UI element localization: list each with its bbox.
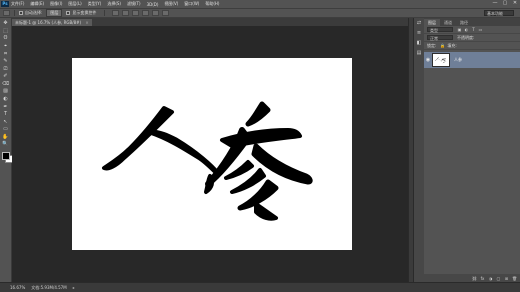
menu-edit[interactable]: 编辑(E) <box>30 1 44 7</box>
filter-type-icon[interactable]: T <box>471 27 476 32</box>
menu-image[interactable]: 图像(I) <box>50 1 62 7</box>
move-tool-icon[interactable] <box>3 10 10 16</box>
marquee-tool-icon[interactable]: ⬚ <box>2 28 10 34</box>
adjustment-layer-icon[interactable]: ◑ <box>488 276 493 281</box>
eyedropper-tool-icon[interactable]: ✎ <box>2 58 10 64</box>
divider <box>104 10 106 16</box>
layers-panel-tabs: 图层 通道 路径 <box>424 18 520 26</box>
align-top-icon[interactable] <box>112 10 120 16</box>
color-swatches <box>1 151 13 163</box>
document-tabs: 未标题-1 @ 16.7% (人参, RGB/8#) × <box>12 18 408 26</box>
brush-tool-icon[interactable]: ✐ <box>2 73 10 79</box>
eraser-tool-icon[interactable]: ⌫ <box>2 81 10 87</box>
type-tool-icon[interactable]: T <box>2 111 10 117</box>
align-center-icon[interactable] <box>152 10 160 16</box>
fill-label: 填充: <box>447 42 457 48</box>
lock-icon[interactable]: 🔒 <box>440 43 445 48</box>
delete-layer-icon[interactable]: 🗑 <box>512 276 517 281</box>
close-tab-icon[interactable]: × <box>85 20 88 25</box>
tab-channels[interactable]: 通道 <box>440 19 456 26</box>
show-transform-checkbox[interactable] <box>66 11 71 15</box>
new-layer-icon[interactable]: ⊞ <box>504 276 509 281</box>
filter-adjust-icon[interactable]: ◐ <box>464 27 469 32</box>
align-middle-icon[interactable] <box>122 10 130 16</box>
close-icon[interactable]: ✕ <box>512 1 518 6</box>
adjustments-panel-icon[interactable]: ◧ <box>416 40 423 47</box>
menu-select[interactable]: 选择(S) <box>107 1 121 7</box>
healing-brush-tool-icon[interactable]: ⎚ <box>2 65 10 72</box>
auto-select-dropdown[interactable]: 图层 <box>46 9 63 17</box>
blend-mode-select[interactable]: 正常 <box>427 35 453 41</box>
window-controls: — ▢ ✕ <box>492 1 518 6</box>
dodge-tool-icon[interactable]: ◐ <box>2 96 10 102</box>
menu-window[interactable]: 窗口(W) <box>184 1 199 7</box>
auto-select-label: 自动选择: <box>25 10 43 15</box>
quick-select-tool-icon[interactable]: ⌖ <box>2 43 10 49</box>
canvas-area[interactable] <box>12 26 408 282</box>
tab-layers[interactable]: 图层 <box>424 19 440 26</box>
gradient-tool-icon[interactable]: ▨ <box>2 88 10 94</box>
panel-icon-column: ⇄ ≡ ◧ ▤ <box>414 18 424 282</box>
menu-filter[interactable]: 滤镜(T) <box>127 1 141 7</box>
link-layers-icon[interactable]: ⛓ <box>472 276 477 281</box>
foreground-color-swatch[interactable] <box>1 151 10 160</box>
lasso-tool-icon[interactable]: ʘ <box>2 35 10 41</box>
layer-name[interactable]: 人参 <box>454 57 462 63</box>
pen-tool-icon[interactable]: ✒ <box>2 103 10 110</box>
styles-panel-icon[interactable]: ▤ <box>416 50 423 57</box>
calligraphy-artwork <box>102 101 313 221</box>
status-bar: 16.67% 文档:5.93M/4.57M ▸ <box>0 282 520 292</box>
align-left-icon[interactable] <box>142 10 150 16</box>
status-menu-arrow-icon[interactable]: ▸ <box>73 285 75 290</box>
tab-paths[interactable]: 路径 <box>456 19 472 26</box>
mask-icon[interactable]: ▢ <box>496 276 501 281</box>
menu-bar: Ps 文件(F) 编辑(E) 图像(I) 图层(L) 类型(Y) 选择(S) 滤… <box>0 0 520 8</box>
minimize-icon[interactable]: — <box>492 1 498 6</box>
opacity-label: 不透明度: <box>457 34 475 40</box>
align-bottom-icon[interactable] <box>132 10 140 16</box>
menu-help[interactable]: 帮助(H) <box>205 1 219 7</box>
menu-layer[interactable]: 图层(L) <box>68 1 81 7</box>
path-select-tool-icon[interactable]: ↖ <box>2 119 10 125</box>
menu-file[interactable]: 文件(F) <box>11 1 24 7</box>
document-tab-title: 未标题-1 @ 16.7% (人参, RGB/8#) <box>15 20 82 25</box>
zoom-level[interactable]: 16.67% <box>10 285 25 290</box>
eye-icon[interactable]: ◉ <box>424 57 432 63</box>
document-canvas[interactable] <box>72 58 352 250</box>
auto-select-checkbox[interactable] <box>19 11 23 15</box>
lock-row: 锁定: 🔒 填充: <box>424 42 520 50</box>
properties-panel-icon[interactable]: ≡ <box>416 30 423 37</box>
workspace-select[interactable]: 基本功能 <box>484 10 514 16</box>
crop-tool-icon[interactable]: ⌗ <box>2 50 10 57</box>
filter-shape-icon[interactable]: ▭ <box>478 27 483 32</box>
hand-tool-icon[interactable]: ✋ <box>2 134 10 140</box>
shape-tool-icon[interactable]: ▭ <box>2 126 10 132</box>
move-tool-icon[interactable]: ✥ <box>2 20 10 26</box>
document-size: 文档:5.93M/4.57M <box>31 284 67 290</box>
lock-label: 锁定: <box>427 42 437 48</box>
layer-row[interactable]: ◉ 人参 <box>424 52 520 68</box>
tools-panel: ✥ ⬚ ʘ ⌖ ⌗ ✎ ⎚ ✐ ⌫ ▨ ◐ ✒ T ↖ ▭ ✋ 🔍 <box>0 18 13 282</box>
menu-view[interactable]: 视图(V) <box>164 1 178 7</box>
align-right-icon[interactable] <box>162 10 170 16</box>
history-panel-icon[interactable]: ⇄ <box>416 20 423 27</box>
show-transform-label: 显示变换控件 <box>72 10 97 15</box>
layers-footer: ⛓ fx ◑ ▢ ⊞ 🗑 <box>424 274 520 282</box>
menu-3d[interactable]: 3D(D) <box>147 2 159 7</box>
divider <box>14 10 15 16</box>
maximize-icon[interactable]: ▢ <box>502 1 508 6</box>
layer-filter-row: 类型 ▣ ◐ T ▭ <box>424 26 520 34</box>
layers-panel: 图层 通道 路径 类型 ▣ ◐ T ▭ 正常 不透明度: 锁定: 🔒 填充: ◉ <box>424 18 520 282</box>
layer-style-icon[interactable]: fx <box>480 276 485 281</box>
photoshop-logo: Ps <box>1 1 9 7</box>
blend-row: 正常 不透明度: <box>424 34 520 42</box>
layer-thumbnail <box>432 53 450 67</box>
filter-pixel-icon[interactable]: ▣ <box>457 27 462 32</box>
layer-filter-select[interactable]: 类型 <box>427 27 453 33</box>
options-bar: 自动选择: 图层 显示变换控件 基本功能 <box>0 8 520 18</box>
document-tab[interactable]: 未标题-1 @ 16.7% (人参, RGB/8#) × <box>12 19 92 26</box>
menu-type[interactable]: 类型(Y) <box>88 1 102 7</box>
zoom-tool-icon[interactable]: 🔍 <box>2 141 10 147</box>
